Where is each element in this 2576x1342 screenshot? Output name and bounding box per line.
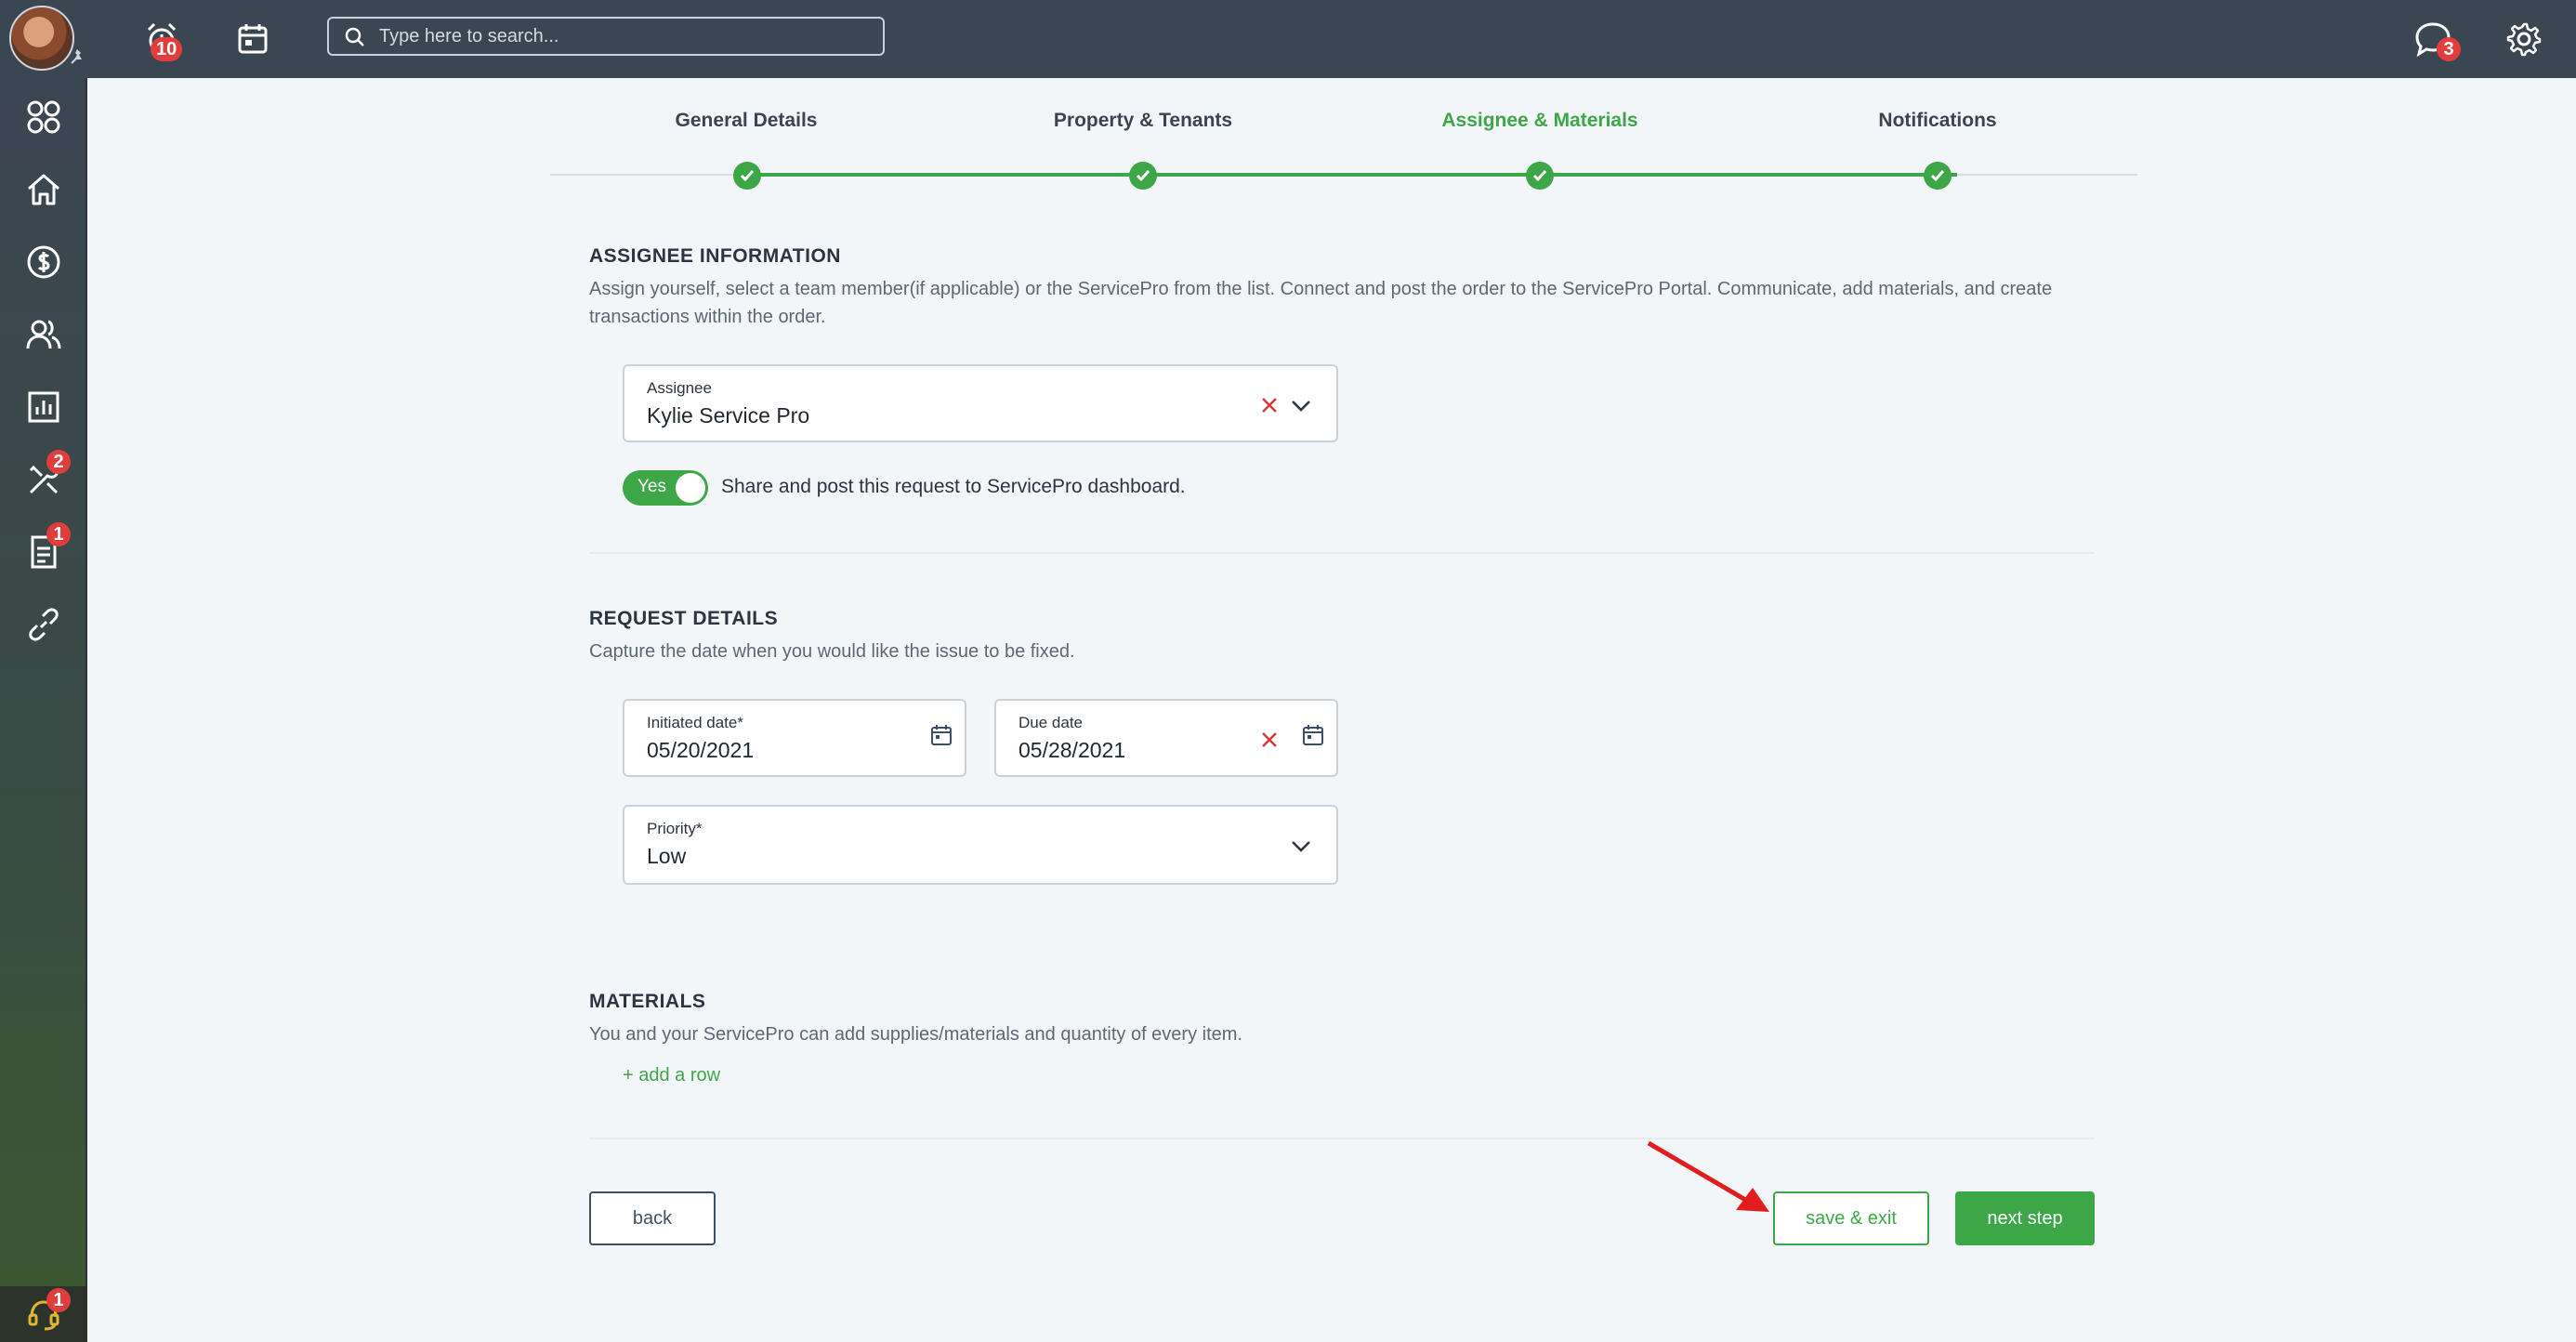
priority-select[interactable]: Priority* Low xyxy=(623,805,1338,885)
home-icon xyxy=(28,174,59,205)
clear-icon[interactable] xyxy=(1260,730,1279,749)
people-icon xyxy=(26,320,61,349)
initiated-date-label: Initiated date* xyxy=(647,714,743,731)
toggle-label: Yes xyxy=(637,477,666,496)
request-section-title: REQUEST DETAILS xyxy=(589,608,779,629)
documents-badge: 1 xyxy=(46,522,71,546)
due-date-field[interactable]: Due date 05/28/2021 xyxy=(994,699,1338,777)
clear-icon[interactable] xyxy=(1260,396,1279,414)
sidebar: 2 1 1 xyxy=(0,78,87,1342)
step-label: Property & Tenants xyxy=(1053,110,1233,131)
sidebar-item-finance[interactable] xyxy=(0,227,87,297)
share-toggle[interactable]: Yes xyxy=(623,470,708,506)
step-check-property-tenants xyxy=(1129,162,1157,190)
calendar-button[interactable] xyxy=(229,15,277,63)
help-button[interactable]: 1 xyxy=(0,1286,87,1342)
sidebar-item-home[interactable] xyxy=(0,154,87,225)
calendar-icon xyxy=(238,24,268,54)
chart-icon xyxy=(28,391,59,423)
messages-button[interactable]: 3 xyxy=(2409,15,2461,63)
alerts-badge: 10 xyxy=(151,37,183,61)
back-button[interactable]: back xyxy=(589,1191,716,1245)
request-section-description: Capture the date when you would like the… xyxy=(589,641,1075,662)
step-assignee-materials[interactable]: Assignee & Materials xyxy=(1391,110,1689,132)
check-icon xyxy=(740,170,755,182)
save-exit-button[interactable]: save & exit xyxy=(1773,1191,1929,1245)
priority-value: Low xyxy=(647,844,687,868)
assignee-section-description: Assign yourself, select a team member(if… xyxy=(589,279,2053,327)
chevron-down-icon[interactable] xyxy=(1290,396,1312,414)
sidebar-item-documents[interactable]: 1 xyxy=(0,517,87,587)
sidebar-item-dashboard[interactable] xyxy=(0,82,87,152)
next-step-button[interactable]: next step xyxy=(1955,1191,2095,1245)
step-general-details[interactable]: General Details xyxy=(598,110,895,132)
sidebar-item-people[interactable] xyxy=(0,299,87,370)
calendar-icon[interactable] xyxy=(929,723,953,747)
section-divider xyxy=(589,552,2095,554)
user-avatar[interactable] xyxy=(9,6,74,71)
check-icon xyxy=(1930,170,1945,182)
grid-icon xyxy=(27,100,60,134)
alarm-button[interactable]: 10 xyxy=(138,15,186,63)
share-toggle-text: Share and post this request to ServicePr… xyxy=(721,476,1186,497)
dollar-icon xyxy=(27,245,60,279)
due-date-label: Due date xyxy=(1019,714,1083,731)
step-label: Notifications xyxy=(1878,110,1997,131)
red-arrow-annotation xyxy=(1647,1140,1769,1212)
initiated-date-field[interactable]: Initiated date* 05/20/2021 xyxy=(623,699,966,777)
check-icon xyxy=(1532,170,1547,182)
step-check-notifications xyxy=(1924,162,1952,190)
calendar-icon[interactable] xyxy=(1301,723,1325,747)
search-icon xyxy=(345,27,364,46)
assignee-value: Kylie Service Pro xyxy=(647,403,810,428)
chevron-down-icon[interactable] xyxy=(1290,836,1312,855)
materials-section-title: MATERIALS xyxy=(589,991,706,1012)
top-bar: 10 3 xyxy=(0,0,2576,78)
initiated-date-value: 05/20/2021 xyxy=(647,738,755,762)
step-check-general-details xyxy=(733,162,761,190)
progress-stepper: General Details Property & Tenants Assig… xyxy=(550,110,2137,203)
stepper-progress xyxy=(747,173,1957,177)
step-label: General Details xyxy=(675,110,818,131)
settings-button[interactable] xyxy=(2500,15,2548,63)
link-icon xyxy=(29,608,59,641)
gear-icon xyxy=(2506,22,2542,57)
sidebar-item-maintenance[interactable]: 2 xyxy=(0,444,87,515)
sidebar-item-links[interactable] xyxy=(0,589,87,660)
step-check-assignee-materials xyxy=(1526,162,1554,190)
sidebar-item-reports[interactable] xyxy=(0,372,87,442)
search-input[interactable] xyxy=(379,25,883,47)
search-box[interactable] xyxy=(327,17,885,56)
step-label: Assignee & Materials xyxy=(1441,110,1638,131)
assignee-label: Assignee xyxy=(647,379,712,397)
check-icon xyxy=(1136,170,1150,182)
priority-label: Priority* xyxy=(647,820,703,837)
pin-icon xyxy=(71,49,82,64)
assignee-section-title: ASSIGNEE INFORMATION xyxy=(589,245,841,267)
help-badge: 1 xyxy=(46,1288,71,1312)
assignee-select[interactable]: Assignee Kylie Service Pro xyxy=(623,364,1338,442)
toggle-knob xyxy=(676,473,705,503)
maintenance-badge: 2 xyxy=(46,450,71,474)
step-notifications[interactable]: Notifications xyxy=(1789,110,2086,132)
add-row-link[interactable]: + add a row xyxy=(623,1065,720,1086)
section-divider xyxy=(589,1138,2095,1139)
materials-section-description: You and your ServicePro can add supplies… xyxy=(589,1024,1242,1045)
due-date-value: 05/28/2021 xyxy=(1019,738,1126,762)
messages-badge: 3 xyxy=(2437,37,2461,61)
step-property-tenants[interactable]: Property & Tenants xyxy=(994,110,1292,132)
